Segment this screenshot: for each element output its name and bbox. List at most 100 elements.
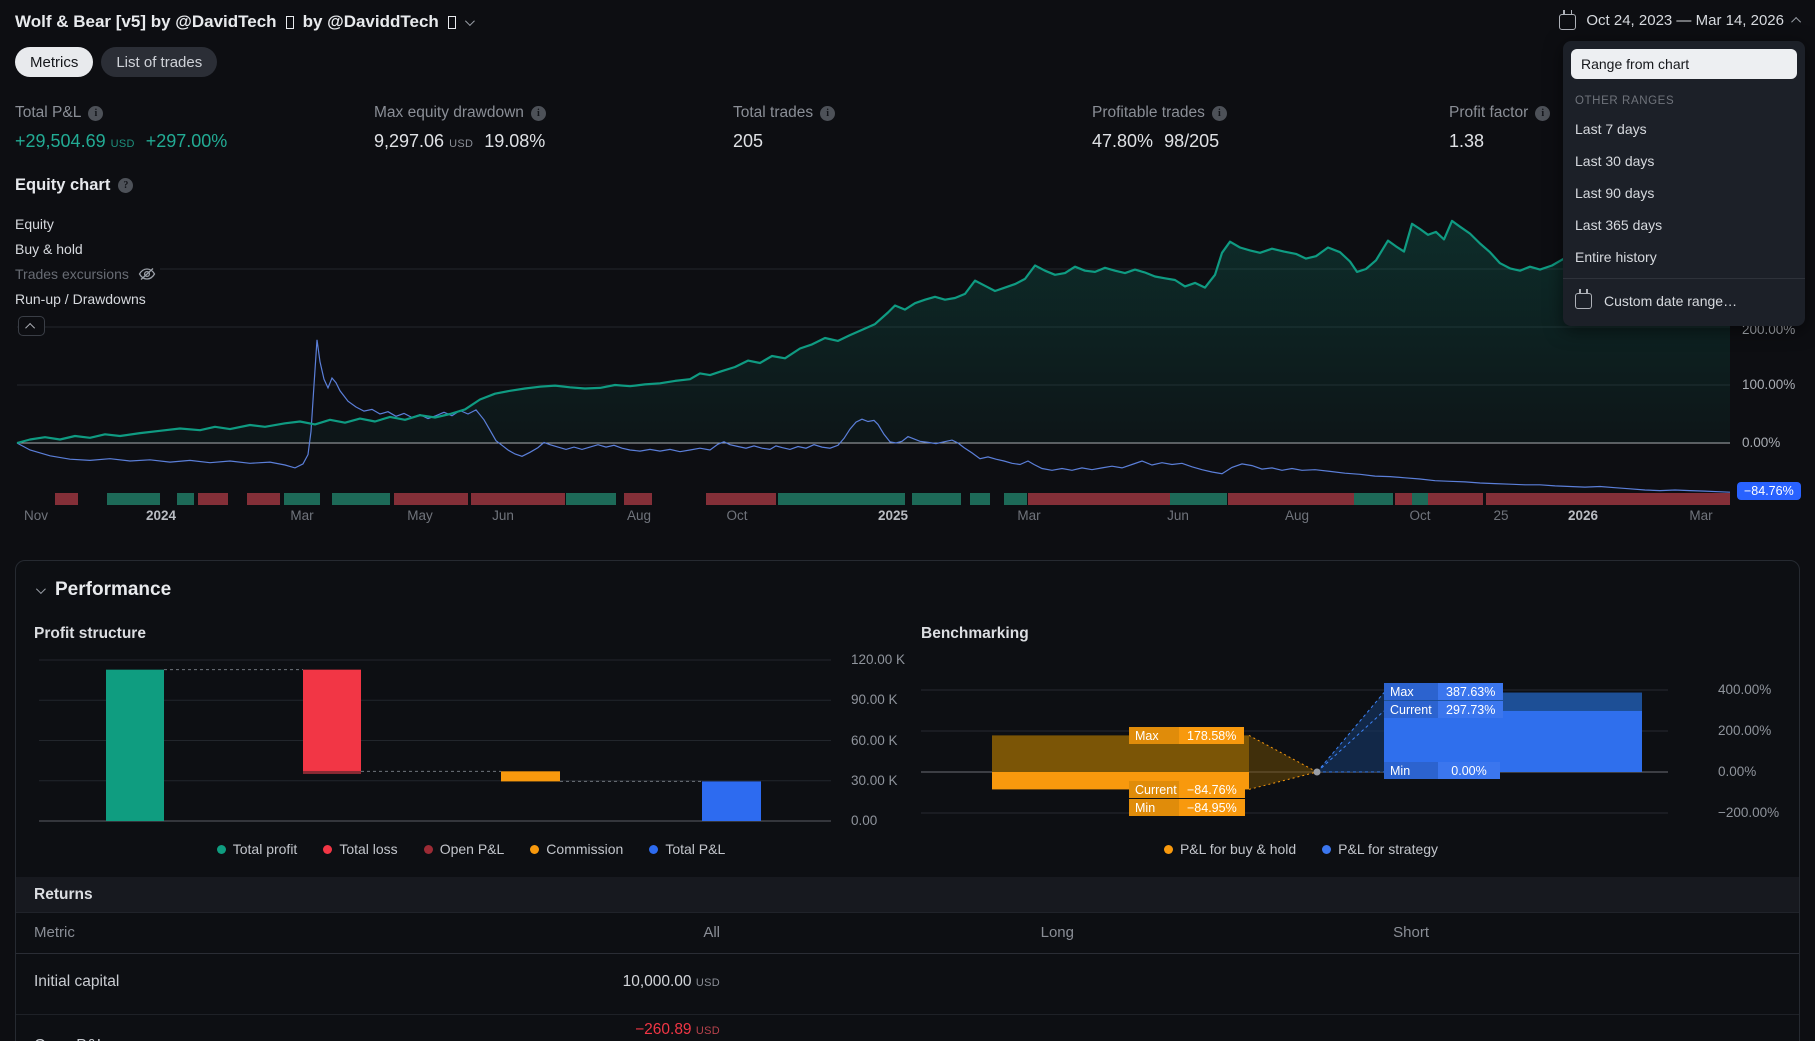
calendar-icon xyxy=(1559,10,1577,30)
tab-metrics[interactable]: Metrics xyxy=(15,47,94,77)
strategy-tester-panel: Wolf & Bear [v5] by @DavidTech by @David… xyxy=(0,0,1815,1041)
x-tick-label: Mar xyxy=(290,508,314,523)
info-icon[interactable]: i xyxy=(88,105,104,121)
legend-item[interactable]: Total profit xyxy=(216,841,298,857)
x-tick-label: Nov xyxy=(23,508,48,523)
profit-structure-chart[interactable] xyxy=(31,646,911,841)
x-tick-label: Jun xyxy=(492,508,514,523)
missing-glyph-icon xyxy=(447,15,456,29)
legend-label: Open P&L xyxy=(439,841,505,857)
menu-item-entire-history[interactable]: Entire history xyxy=(1563,241,1805,273)
legend-dot-icon xyxy=(423,844,433,854)
metric-unit: USD xyxy=(449,138,474,150)
x-tick-label: Mar xyxy=(1017,508,1041,523)
equity-chart-title: Equity chart ? xyxy=(15,176,134,195)
trade-strip-segment xyxy=(1004,493,1027,505)
trade-strip-segment xyxy=(1028,493,1170,505)
x-tick-label: May xyxy=(407,508,433,523)
legend-label: Commission xyxy=(546,841,624,857)
metric-value: 47.80% xyxy=(1092,131,1154,151)
view-tabs: Metrics List of trades xyxy=(15,47,218,77)
strategy-title-text: Wolf & Bear [v5] by @DavidTech xyxy=(15,12,277,31)
legend-buy-and-hold[interactable]: Buy & hold xyxy=(15,240,87,258)
info-icon[interactable]: i xyxy=(820,105,836,121)
menu-item-last-30-days[interactable]: Last 30 days xyxy=(1563,145,1805,177)
bar-commission xyxy=(501,771,560,782)
col-long: Long xyxy=(1040,924,1074,941)
metric-label: Total P&L xyxy=(15,104,82,121)
legend-runup-drawdowns[interactable]: Run-up / Drawdowns xyxy=(15,290,150,308)
legend-item[interactable]: P&L for buy & hold xyxy=(1163,841,1297,857)
y-axis-label: 100.00% xyxy=(1742,377,1796,392)
menu-item-range-from-chart[interactable]: Range from chart xyxy=(1571,49,1797,79)
legend-trades-excursions[interactable]: Trades excursions xyxy=(15,265,160,283)
strategy-max-badge: Max 387.63% xyxy=(1384,683,1504,700)
menu-item-last-7-days[interactable]: Last 7 days xyxy=(1563,113,1805,145)
metric-value: +29,504.69 xyxy=(15,131,106,151)
row-value: −260.89 USD xyxy=(635,1021,720,1038)
date-range-button[interactable]: Oct 24, 2023 — Mar 14, 2026 xyxy=(1559,10,1802,30)
tab-list-of-trades[interactable]: List of trades xyxy=(101,47,218,77)
strategy-funnel xyxy=(1317,692,1384,772)
menu-section-label: OTHER RANGES xyxy=(1575,95,1675,107)
profit-structure-legend: Total profit Total loss Open P&L Commission… xyxy=(31,841,911,857)
legend-equity[interactable]: Equity xyxy=(15,215,58,233)
strategy-title[interactable]: Wolf & Bear [v5] by @DavidTech by @David… xyxy=(15,12,475,32)
legend-label: P&L for buy & hold xyxy=(1179,841,1297,857)
metric-unit: USD xyxy=(110,138,135,150)
metric-value: 9,297.06 xyxy=(374,131,445,151)
col-all: All xyxy=(703,924,720,941)
metric-profitable-trades: Profitable trades i 47.80% 98/205 xyxy=(1092,104,1227,152)
legend-item[interactable]: Total loss xyxy=(323,841,398,857)
profit-structure-title: Profit structure xyxy=(34,625,146,642)
equity-chart-title-text: Equity chart xyxy=(15,176,111,194)
info-icon[interactable]: i xyxy=(1535,105,1551,121)
buy-hold-funnel xyxy=(1249,735,1317,790)
legend-item[interactable]: Total P&L xyxy=(649,841,725,857)
metric-profit-factor: Profit factor i 1.38 xyxy=(1449,104,1551,152)
y-tick-label: 400.00% xyxy=(1718,682,1772,697)
help-icon[interactable]: ? xyxy=(118,178,134,193)
collapse-chart-button[interactable] xyxy=(18,316,45,336)
strategy-current-badge: Current 297.73% xyxy=(1384,701,1504,718)
legend-dot-icon xyxy=(530,844,540,854)
performance-card: Performance Profit structure Total profi… xyxy=(15,560,1800,1041)
info-icon[interactable]: i xyxy=(1211,105,1227,121)
metric-value: 1.38 xyxy=(1449,131,1485,151)
trade-strip-segment xyxy=(177,493,194,505)
menu-item-last-90-days[interactable]: Last 90 days xyxy=(1563,177,1805,209)
menu-item-custom-date-range[interactable]: Custom date range… xyxy=(1563,284,1805,318)
metric-extra: 19.08% xyxy=(484,131,546,151)
returns-section-header[interactable]: Returns xyxy=(16,877,1799,913)
trade-strip-segment xyxy=(55,493,78,505)
trade-strip-segment xyxy=(1170,493,1227,505)
y-tick-label: 0.00 xyxy=(851,813,878,828)
info-icon[interactable]: i xyxy=(530,105,546,121)
buy-hold-current-badge: Current −84.76% xyxy=(1129,781,1245,798)
legend-label: Total profit xyxy=(232,841,298,857)
metric-max-drawdown: Max equity drawdown i 9,297.06 USD 19.08% xyxy=(374,104,546,152)
legend-label: Total P&L xyxy=(665,841,726,857)
trade-strip-segment xyxy=(284,493,320,505)
menu-item-label: Custom date range… xyxy=(1604,293,1738,309)
menu-divider xyxy=(1563,278,1805,279)
benchmarking-chart[interactable] xyxy=(921,671,1681,831)
eye-off-icon xyxy=(138,267,156,281)
bar-total-profit xyxy=(106,669,164,821)
legend-item[interactable]: Commission xyxy=(530,841,623,857)
menu-item-last-365-days[interactable]: Last 365 days xyxy=(1563,209,1805,241)
equity-chart-canvas[interactable] xyxy=(0,205,1815,510)
trade-strip-segment xyxy=(1228,493,1354,505)
strategy-min-badge: Min 0.00% xyxy=(1384,762,1500,779)
legend-item[interactable]: P&L for strategy xyxy=(1322,841,1438,857)
chevron-up-icon xyxy=(25,322,36,333)
trade-strip-segment xyxy=(471,493,565,505)
trade-strip-segment xyxy=(706,493,776,505)
legend-item[interactable]: Open P&L xyxy=(423,841,505,857)
x-tick-label: Oct xyxy=(726,508,748,523)
date-range-label: Oct 24, 2023 — Mar 14, 2026 xyxy=(1586,12,1784,29)
metric-value: 205 xyxy=(733,131,764,151)
performance-section-header[interactable]: Performance xyxy=(35,579,171,601)
calendar-icon xyxy=(1575,289,1592,309)
legend-label: Total loss xyxy=(339,841,398,857)
